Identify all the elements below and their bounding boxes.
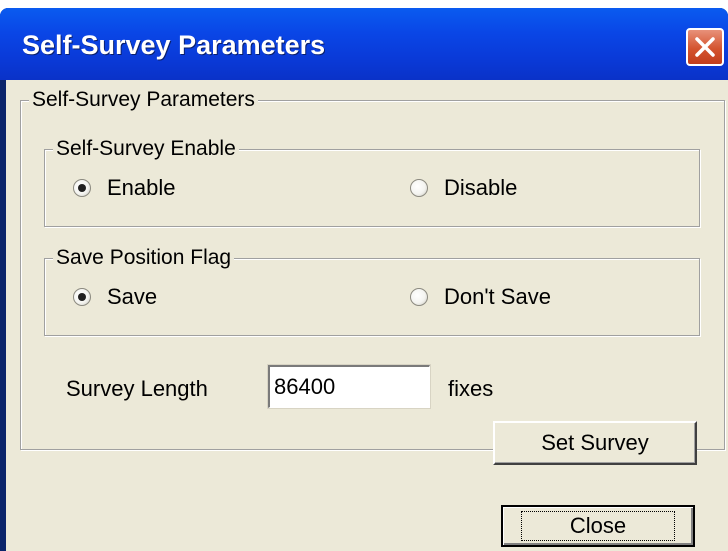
close-button[interactable]: Close — [501, 505, 695, 547]
radio-disable-label: Disable — [444, 175, 518, 200]
radio-save-label: Save — [107, 284, 158, 309]
radio-dont-save-label: Don't Save — [444, 284, 551, 309]
self-survey-enable-group: Self-Survey Enable Enable Disable — [44, 138, 700, 227]
survey-length-input[interactable] — [267, 364, 431, 409]
radio-unchecked-icon — [410, 288, 428, 306]
radio-unchecked-icon — [410, 179, 428, 197]
set-survey-button[interactable]: Set Survey — [493, 421, 697, 465]
radio-checked-icon — [73, 179, 91, 197]
group-label-self-survey-enable: Self-Survey Enable — [53, 138, 239, 160]
group-label-self-survey-parameters: Self-Survey Parameters — [29, 89, 258, 111]
group-label-save-position-flag: Save Position Flag — [53, 247, 235, 269]
dialog-body: Self-Survey Parameters Self-Survey Enabl… — [6, 80, 728, 551]
radio-dont-save[interactable]: Don't Save — [410, 284, 551, 310]
set-survey-button-label: Set Survey — [541, 430, 649, 455]
self-survey-parameters-group: Self-Survey Parameters Self-Survey Enabl… — [20, 89, 725, 465]
survey-length-unit: fixes — [448, 376, 494, 401]
radio-save[interactable]: Save — [73, 284, 157, 310]
close-button-label: Close — [520, 511, 676, 541]
close-x-icon — [695, 37, 715, 57]
radio-enable-label: Enable — [107, 175, 176, 200]
close-window-button[interactable] — [686, 28, 724, 66]
radio-enable[interactable]: Enable — [73, 175, 176, 201]
title-bar[interactable]: Self-Survey Parameters — [0, 8, 728, 80]
save-position-flag-group: Save Position Flag Save Don't Save — [44, 247, 700, 336]
window-title: Self-Survey Parameters — [22, 30, 326, 60]
radio-disable[interactable]: Disable — [410, 175, 517, 201]
dialog-window: Self-Survey Parameters Self-Survey Param… — [0, 8, 728, 551]
survey-length-label: Survey Length — [66, 376, 208, 401]
radio-checked-icon — [73, 288, 91, 306]
